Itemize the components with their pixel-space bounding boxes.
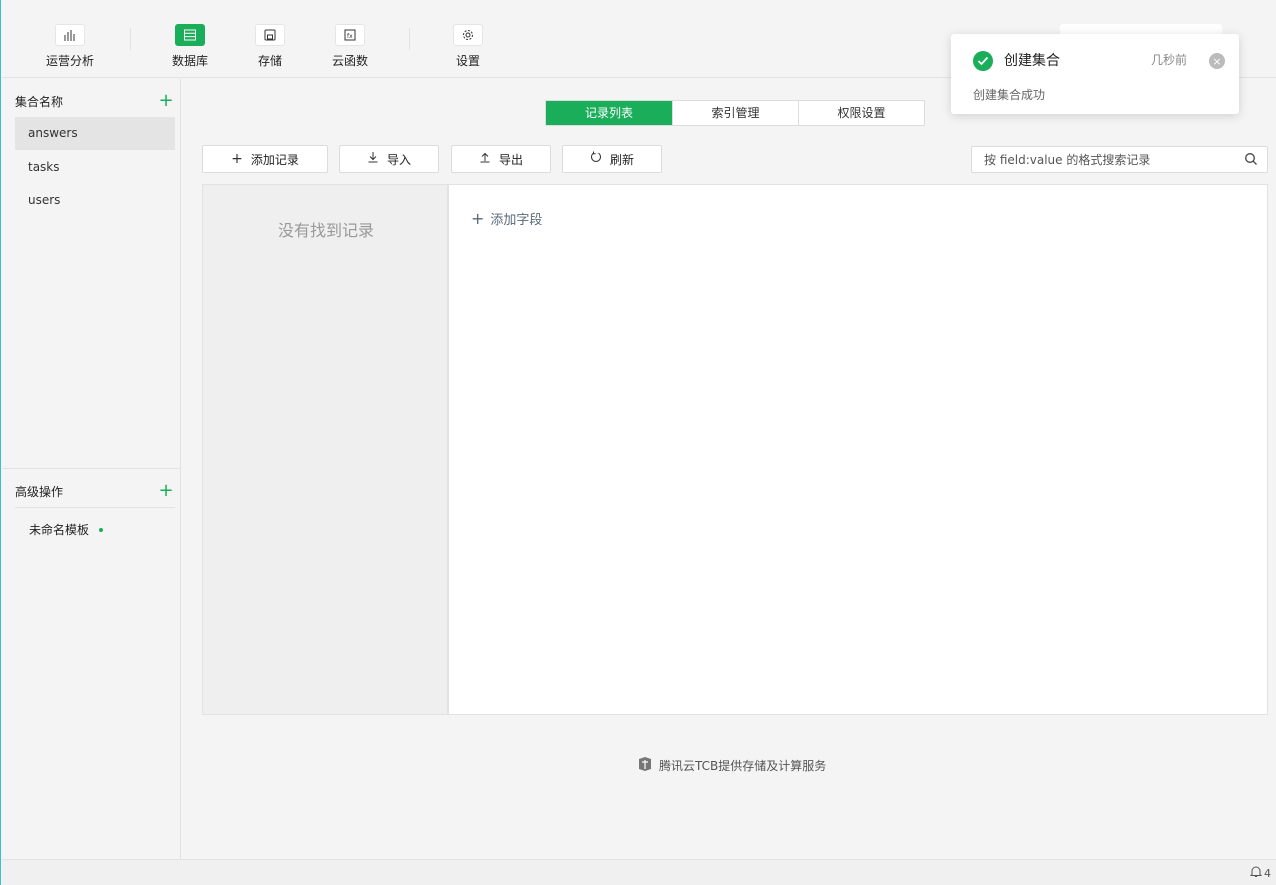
collection-item-answers[interactable]: answers bbox=[15, 117, 175, 150]
toast-time: 几秒前 bbox=[1150, 53, 1187, 67]
gear-icon bbox=[453, 24, 483, 46]
toast-body: 创建集合成功 bbox=[973, 88, 1046, 102]
cloud-function-icon: fx bbox=[335, 24, 365, 46]
toast-title: 创建集合 bbox=[1004, 53, 1060, 69]
refresh-icon bbox=[590, 151, 602, 167]
record-list-panel: 没有找到记录 bbox=[202, 184, 448, 715]
import-button[interactable]: 导入 bbox=[339, 145, 439, 173]
collections-header: 集合名称 + bbox=[15, 86, 175, 116]
plus-icon: + bbox=[471, 209, 485, 228]
sidebar: 集合名称 + answers tasks users 高级操作 + 未命名模板 bbox=[2, 79, 181, 859]
add-record-button[interactable]: + 添加记录 bbox=[202, 145, 328, 173]
empty-records-message: 没有找到记录 bbox=[277, 221, 374, 240]
success-check-icon bbox=[973, 51, 993, 71]
add-collection-icon[interactable]: + bbox=[157, 92, 175, 110]
refresh-button[interactable]: 刷新 bbox=[562, 145, 662, 173]
svg-text:fx: fx bbox=[347, 33, 353, 40]
record-search-input[interactable] bbox=[972, 147, 1232, 172]
database-icon bbox=[175, 24, 205, 46]
collection-item-tasks[interactable]: tasks bbox=[15, 151, 175, 184]
analytics-icon bbox=[55, 24, 85, 46]
tab-record-list[interactable]: 记录列表 bbox=[546, 101, 672, 125]
add-field-label: 添加字段 bbox=[490, 213, 543, 228]
status-bar: 4 bbox=[2, 859, 1276, 885]
toolbar-label: 数据库 bbox=[171, 54, 208, 68]
toolbar-settings-button[interactable]: 设置 bbox=[438, 24, 498, 69]
toolbar-divider bbox=[409, 28, 410, 50]
storage-icon bbox=[255, 24, 285, 46]
advanced-header-label: 高级操作 bbox=[15, 484, 64, 499]
toolbar-database-button[interactable]: 数据库 bbox=[160, 24, 220, 69]
toolbar-label: 运营分析 bbox=[45, 54, 94, 68]
view-tabs: 记录列表 索引管理 权限设置 bbox=[545, 100, 925, 126]
footer-note-text: 腾讯云TCB提供存储及计算服务 bbox=[659, 759, 827, 773]
sidebar-divider bbox=[2, 468, 181, 469]
export-label: 导出 bbox=[498, 152, 523, 167]
app-frame: 运营分析 数据库 存储 fx 云函数 设置 集合名称 + answers tas… bbox=[0, 0, 1276, 885]
import-label: 导入 bbox=[386, 152, 411, 167]
toolbar-label: 设置 bbox=[455, 54, 480, 68]
bell-icon bbox=[1249, 865, 1263, 881]
add-field-button[interactable]: + 添加字段 bbox=[471, 209, 542, 228]
search-icon[interactable] bbox=[1244, 152, 1258, 169]
toast-notification: 创建集合 几秒前 × 创建集合成功 bbox=[951, 34, 1239, 114]
record-search-box bbox=[971, 146, 1268, 173]
toolbar-label: 云函数 bbox=[331, 54, 368, 68]
plus-icon: + bbox=[231, 151, 243, 167]
unsaved-dot-icon bbox=[99, 527, 104, 532]
refresh-label: 刷新 bbox=[609, 152, 634, 167]
footer-note: 腾讯云TCB提供存储及计算服务 bbox=[637, 756, 826, 775]
toolbar-divider bbox=[130, 28, 131, 50]
toolbar-analytics-button[interactable]: 运营分析 bbox=[40, 24, 100, 69]
collection-item-users[interactable]: users bbox=[15, 184, 175, 217]
notification-count: 4 bbox=[1264, 866, 1271, 880]
tab-permission-settings[interactable]: 权限设置 bbox=[798, 101, 924, 125]
add-record-label: 添加记录 bbox=[250, 152, 299, 167]
close-icon[interactable]: × bbox=[1209, 53, 1225, 69]
add-template-icon[interactable]: + bbox=[157, 482, 175, 500]
notifications-button[interactable]: 4 bbox=[1249, 865, 1271, 881]
export-button[interactable]: 导出 bbox=[451, 145, 551, 173]
template-item[interactable]: 未命名模板 bbox=[29, 521, 104, 538]
sidebar-divider bbox=[15, 507, 175, 508]
advanced-header: 高级操作 + bbox=[15, 476, 175, 506]
tab-index-management[interactable]: 索引管理 bbox=[672, 101, 798, 125]
collections-header-label: 集合名称 bbox=[15, 94, 64, 109]
toolbar-storage-button[interactable]: 存储 bbox=[240, 24, 300, 69]
template-item-label: 未命名模板 bbox=[29, 523, 90, 537]
record-detail-panel: + 添加字段 bbox=[448, 184, 1268, 715]
toolbar-cloud-function-button[interactable]: fx 云函数 bbox=[320, 24, 380, 69]
upload-icon bbox=[479, 151, 491, 167]
toolbar-label: 存储 bbox=[257, 54, 282, 68]
download-icon bbox=[367, 151, 379, 167]
tencent-cloud-logo-icon bbox=[637, 756, 653, 775]
